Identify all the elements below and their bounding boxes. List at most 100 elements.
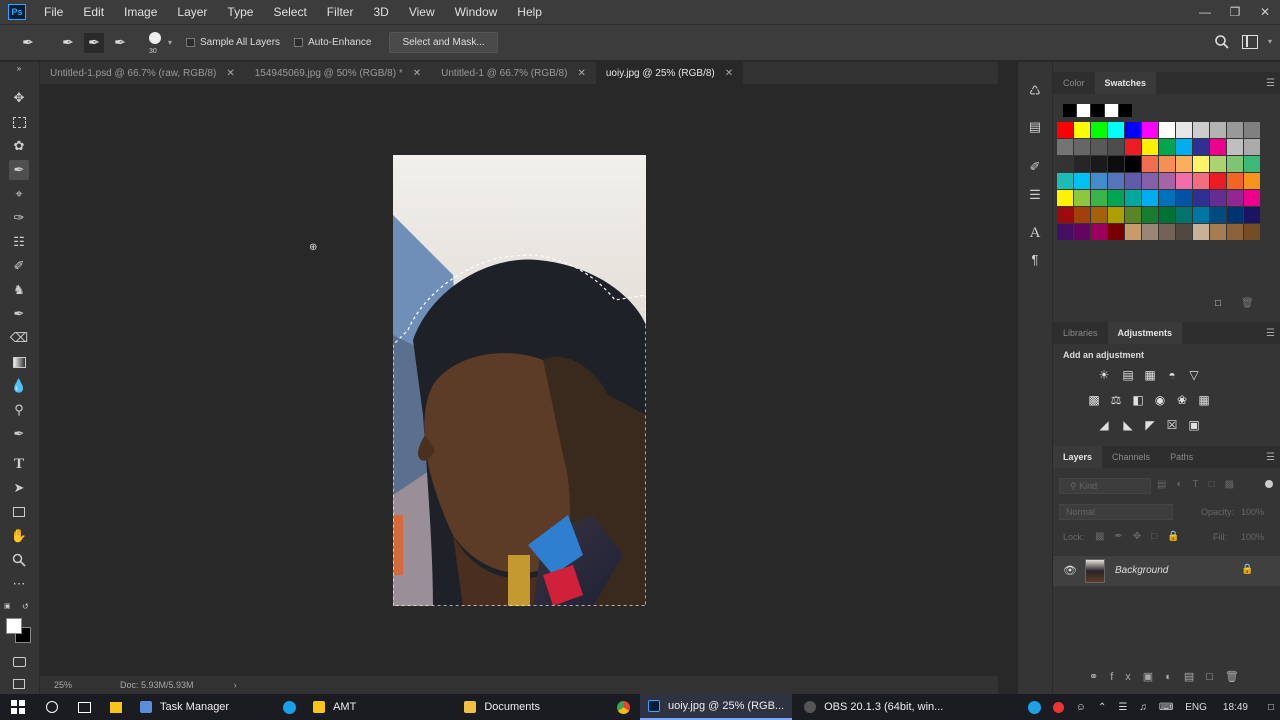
swatch[interactable] — [1057, 207, 1073, 223]
move-tool-icon[interactable]: ✥ — [9, 88, 29, 108]
swatch[interactable] — [1105, 104, 1118, 117]
clock[interactable]: 18:49 — [1223, 702, 1248, 713]
store-icon[interactable] — [100, 694, 132, 720]
swatch[interactable] — [1142, 122, 1158, 138]
help-icon[interactable] — [1027, 700, 1041, 714]
brush-tool-icon[interactable]: ✐ — [9, 256, 29, 276]
eyedropper-tool-icon[interactable]: ✑ — [9, 208, 29, 228]
taskbar-app-task-manager[interactable]: Task Manager — [132, 694, 237, 720]
search-icon[interactable] — [36, 694, 68, 720]
swatch[interactable] — [1142, 224, 1158, 240]
tab-untitled-1-psd[interactable]: Untitled-1.psd @ 66.7% (raw, RGB/8) ✕ — [40, 62, 245, 84]
swatch[interactable] — [1074, 190, 1090, 206]
clone-stamp-tool-icon[interactable]: ♞ — [9, 280, 29, 300]
browser-icon[interactable] — [273, 694, 305, 720]
opacity-value[interactable]: 100% — [1241, 507, 1264, 517]
swatch[interactable] — [1125, 139, 1141, 155]
blend-mode-select[interactable]: Normal — [1059, 504, 1173, 520]
swatch[interactable] — [1210, 173, 1226, 189]
fx-icon[interactable]: fx — [1110, 671, 1143, 683]
swatch[interactable] — [1159, 173, 1175, 189]
trash-icon[interactable]: 🗑 — [1241, 298, 1254, 309]
swatch[interactable] — [1057, 156, 1073, 172]
lasso-tool-icon[interactable]: ✿ — [9, 136, 29, 156]
tab-layers[interactable]: Layers — [1053, 446, 1103, 468]
swatch[interactable] — [1193, 173, 1209, 189]
swatch[interactable] — [1108, 207, 1124, 223]
swatch[interactable] — [1125, 173, 1141, 189]
swatch[interactable] — [1091, 104, 1104, 117]
chrome-icon[interactable] — [608, 694, 640, 720]
swatch[interactable] — [1125, 122, 1141, 138]
swatch[interactable] — [1210, 156, 1226, 172]
swatch[interactable] — [1176, 173, 1192, 189]
tab-adjustments[interactable]: Adjustments — [1107, 322, 1183, 344]
foreground-color-swatch[interactable] — [6, 618, 22, 634]
tab-154945069-jpg[interactable]: 154945069.jpg @ 50% (RGB/8) * ✕ — [244, 62, 432, 84]
hue-saturation-icon[interactable]: ▩ — [1085, 391, 1103, 409]
swatch[interactable] — [1159, 139, 1175, 155]
swatch[interactable] — [1193, 207, 1209, 223]
panel-menu-icon[interactable]: ☰ — [1266, 452, 1275, 463]
swatch[interactable] — [1091, 224, 1107, 240]
black-white-icon[interactable]: ◧ — [1129, 391, 1147, 409]
pen-tool-icon[interactable]: ✒ — [9, 424, 29, 444]
swatch[interactable] — [1074, 156, 1090, 172]
paragraph-icon[interactable]: ¶ — [1026, 250, 1044, 268]
swatch[interactable] — [1227, 173, 1243, 189]
swatch[interactable] — [1119, 104, 1132, 117]
swatch[interactable] — [1227, 207, 1243, 223]
curves-icon[interactable]: ▦ — [1141, 366, 1159, 384]
swatch[interactable] — [1125, 207, 1141, 223]
swatch[interactable] — [1193, 139, 1209, 155]
menu-type[interactable]: Type — [227, 5, 253, 19]
swatch[interactable] — [1074, 173, 1090, 189]
character-icon[interactable]: A — [1026, 224, 1044, 242]
vibrance-icon[interactable]: ▽ — [1185, 366, 1203, 384]
add-mask-icon[interactable]: ▣ — [1143, 671, 1165, 683]
swatch[interactable] — [1244, 122, 1260, 138]
menu-file[interactable]: File — [44, 5, 63, 19]
layer-row[interactable]: 👁 Background 🔒 — [1053, 556, 1280, 586]
levels-icon[interactable]: ▤ — [1119, 366, 1137, 384]
swatch[interactable] — [1091, 173, 1107, 189]
brush-settings-icon[interactable]: ☰ — [1026, 186, 1044, 204]
add-to-selection-icon[interactable]: ✒ — [84, 32, 104, 53]
new-layer-icon[interactable]: □ — [1206, 671, 1225, 683]
swatch[interactable] — [1159, 207, 1175, 223]
swatch[interactable] — [1142, 207, 1158, 223]
swatch[interactable] — [1125, 190, 1141, 206]
path-selection-tool-icon[interactable]: ➤ — [9, 478, 29, 498]
color-balance-icon[interactable]: ⚖ — [1107, 391, 1125, 409]
history-brush-tool-icon[interactable]: ✒ — [9, 304, 29, 324]
tab-libraries[interactable]: Libraries — [1053, 322, 1108, 344]
layer-name[interactable]: Background — [1115, 565, 1168, 576]
exposure-icon[interactable]: ◓ — [1163, 366, 1181, 384]
swatch[interactable] — [1074, 139, 1090, 155]
gradient-tool-icon[interactable] — [9, 352, 29, 372]
swatch[interactable] — [1210, 207, 1226, 223]
fill-value[interactable]: 100% — [1241, 532, 1264, 542]
swatch[interactable] — [1091, 190, 1107, 206]
new-adjustment-icon[interactable]: ◐ — [1165, 671, 1184, 683]
tab-untitled-1[interactable]: Untitled-1 @ 66.7% (RGB/8) ✕ — [431, 62, 596, 84]
swap-colors-icon[interactable]: ↺ — [22, 602, 29, 611]
brightness-contrast-icon[interactable]: ☀ — [1095, 366, 1113, 384]
swatch[interactable] — [1091, 122, 1107, 138]
swatch[interactable] — [1063, 104, 1076, 117]
marquee-tool-icon[interactable] — [9, 112, 29, 132]
new-selection-icon[interactable]: ✒ — [58, 33, 78, 53]
swatch[interactable] — [1244, 224, 1260, 240]
channel-mixer-icon[interactable]: ❀ — [1173, 391, 1191, 409]
close-icon[interactable]: ✕ — [226, 68, 234, 79]
swatch[interactable] — [1057, 173, 1073, 189]
type-tool-icon[interactable]: T — [9, 454, 29, 474]
swatch[interactable] — [1108, 156, 1124, 172]
posterize-icon[interactable]: ◣ — [1119, 416, 1137, 434]
swatch[interactable] — [1091, 139, 1107, 155]
swatch[interactable] — [1074, 224, 1090, 240]
swatch[interactable] — [1108, 122, 1124, 138]
swatch[interactable] — [1074, 207, 1090, 223]
brush-icon[interactable]: ✐ — [1026, 158, 1044, 176]
workspace-icon[interactable] — [1242, 35, 1258, 49]
